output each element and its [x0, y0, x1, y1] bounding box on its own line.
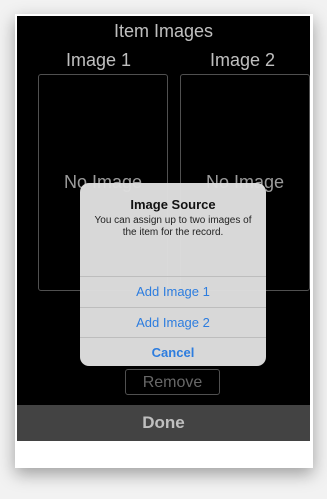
- alert-title: Image Source: [130, 197, 216, 212]
- add-image-1-button[interactable]: Add Image 1: [80, 276, 266, 307]
- alert-message: You can assign up to two images of the i…: [94, 215, 252, 238]
- item-images-screen: Item Images Image 1 Image 2 No Image No …: [17, 16, 310, 441]
- add-image-2-button[interactable]: Add Image 2: [80, 307, 266, 338]
- cancel-button[interactable]: Cancel: [80, 337, 266, 366]
- image-source-alert: Image Source You can assign up to two im…: [80, 183, 266, 366]
